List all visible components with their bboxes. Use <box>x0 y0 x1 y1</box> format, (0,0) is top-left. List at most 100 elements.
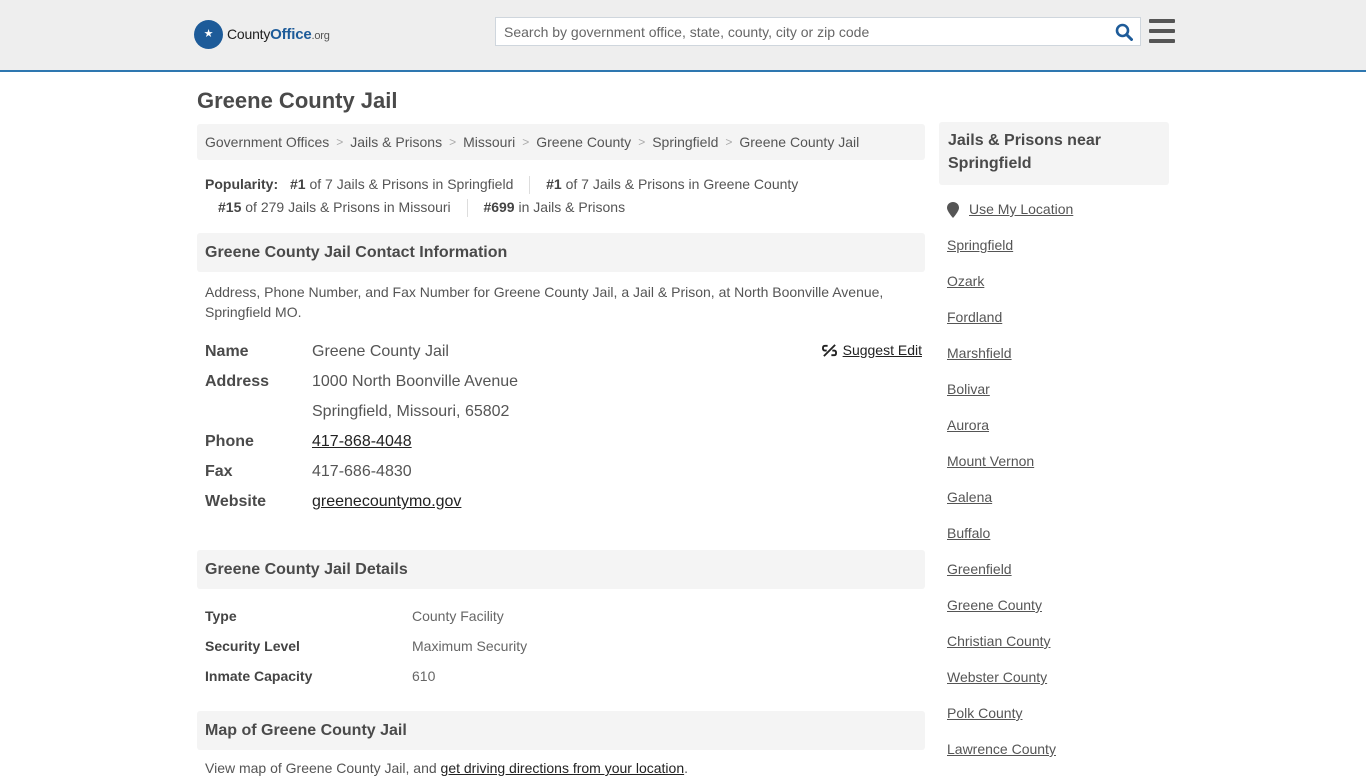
details-capacity-value: 610 <box>412 668 436 684</box>
menu-bar <box>1149 29 1175 33</box>
details-row: Security Level Maximum Security <box>205 631 917 661</box>
breadcrumb-separator: > <box>449 135 457 149</box>
details-type-label: Type <box>205 608 237 624</box>
popularity-rank-county: #1 of 7 Jails & Prisons in Greene County <box>546 176 799 192</box>
details-section-heading: Greene County Jail Details <box>197 550 925 589</box>
menu-bar <box>1149 39 1175 43</box>
suggest-edit[interactable]: Suggest Edit <box>821 342 922 358</box>
nearby-link-mount-vernon[interactable]: Mount Vernon <box>947 453 1034 469</box>
details-table: Type County Facility Security Level Maxi… <box>197 589 925 691</box>
site-header: ★ CountyOffice.org <box>0 0 1366 72</box>
nearby-link-springfield[interactable]: Springfield <box>947 237 1013 253</box>
popularity-rank-national: #699 in Jails & Prisons <box>483 199 626 215</box>
list-item: Polk County <box>947 705 1169 741</box>
list-item: Greenfield <box>947 561 1169 597</box>
address-line1: 1000 North Boonville Avenue <box>312 373 519 390</box>
phone-link[interactable]: 417-868-4048 <box>312 433 412 450</box>
details-security-value: Maximum Security <box>412 638 528 654</box>
nearby-link-ozark[interactable]: Ozark <box>947 273 984 289</box>
name-value: Greene County Jail <box>312 343 449 360</box>
contact-description: Address, Phone Number, and Fax Number fo… <box>205 284 884 320</box>
breadcrumb-missouri[interactable]: Missouri <box>463 134 515 150</box>
driving-directions-link[interactable]: get driving directions from your locatio… <box>441 760 685 776</box>
hamburger-menu-button[interactable] <box>1149 19 1175 43</box>
breadcrumb-separator: > <box>725 135 733 149</box>
site-logo[interactable]: ★ CountyOffice.org <box>194 20 330 49</box>
sidebar-heading: Jails & Prisons near Springfield <box>939 122 1169 185</box>
nearby-link-webster-county[interactable]: Webster County <box>947 669 1047 685</box>
unlink-icon <box>821 343 837 357</box>
nearby-link-aurora[interactable]: Aurora <box>947 417 989 433</box>
details-row: Type County Facility <box>205 601 917 631</box>
eagle-logo-icon: ★ <box>194 20 223 49</box>
website-label: Website <box>205 493 267 510</box>
nearby-link-greene-county[interactable]: Greene County <box>947 597 1042 613</box>
list-item: Greene County <box>947 597 1169 633</box>
contact-row-address-line2: Springfield, Missouri, 65802 <box>205 397 925 427</box>
page-title: Greene County Jail <box>197 88 398 113</box>
search-bar <box>495 17 1141 46</box>
breadcrumb-current: Greene County Jail <box>739 134 860 150</box>
address-label: Address <box>205 373 270 390</box>
nearby-link-polk-county[interactable]: Polk County <box>947 705 1022 721</box>
contact-row-address: Address 1000 North Boonville Avenue <box>205 367 925 397</box>
main-content: Government Offices > Jails & Prisons > M… <box>197 124 925 776</box>
breadcrumb-separator: > <box>638 135 646 149</box>
popularity-rankings: Popularity: #1 of 7 Jails & Prisons in S… <box>197 173 925 219</box>
list-item: Springfield <box>947 237 1169 273</box>
fax-value: 417-686-4830 <box>312 463 412 480</box>
list-item: Galena <box>947 489 1169 525</box>
breadcrumb: Government Offices > Jails & Prisons > M… <box>197 124 925 160</box>
map-section-heading: Map of Greene County Jail <box>197 711 925 750</box>
list-item: Christian County <box>947 633 1169 669</box>
details-row: Inmate Capacity 610 <box>205 661 917 691</box>
nearby-link-galena[interactable]: Galena <box>947 489 992 505</box>
breadcrumb-springfield[interactable]: Springfield <box>652 134 718 150</box>
breadcrumb-jails-prisons[interactable]: Jails & Prisons <box>350 134 442 150</box>
popularity-rank-city: #1 of 7 Jails & Prisons in Springfield <box>290 176 514 192</box>
nearby-link-christian-county[interactable]: Christian County <box>947 633 1051 649</box>
list-item: Buffalo <box>947 525 1169 561</box>
contact-row-fax: Fax 417-686-4830 <box>205 457 925 487</box>
map-pin-icon <box>947 202 959 218</box>
website-link[interactable]: greenecountymo.gov <box>312 493 461 510</box>
contact-table: Suggest Edit Name Greene County Jail Add… <box>197 337 925 517</box>
list-item: Bolivar <box>947 381 1169 417</box>
search-input[interactable] <box>496 18 1108 45</box>
nearby-link-greenfield[interactable]: Greenfield <box>947 561 1012 577</box>
list-item: Fordland <box>947 309 1169 345</box>
nearby-sidebar: Jails & Prisons near Springfield Use My … <box>939 122 1169 777</box>
contact-row-name: Name Greene County Jail <box>205 337 925 367</box>
details-type-value: County Facility <box>412 608 504 624</box>
name-label: Name <box>205 343 249 360</box>
use-my-location-link[interactable]: Use My Location <box>969 201 1073 217</box>
logo-wordmark: CountyOffice.org <box>227 26 330 43</box>
contact-section-heading: Greene County Jail Contact Information <box>197 233 925 272</box>
details-capacity-label: Inmate Capacity <box>205 668 313 684</box>
address-line2: Springfield, Missouri, 65802 <box>312 403 510 420</box>
search-icon <box>1115 23 1133 41</box>
list-item: Lawrence County <box>947 741 1169 777</box>
breadcrumb-greene-county[interactable]: Greene County <box>536 134 631 150</box>
search-button[interactable] <box>1108 18 1140 45</box>
nearby-link-buffalo[interactable]: Buffalo <box>947 525 990 541</box>
hamburger-menu-icon <box>1149 19 1175 23</box>
list-item: Ozark <box>947 273 1169 309</box>
contact-row-website: Website greenecountymo.gov <box>205 487 925 517</box>
nearby-link-lawrence-county[interactable]: Lawrence County <box>947 741 1056 757</box>
divider <box>466 199 468 218</box>
list-item: Webster County <box>947 669 1169 705</box>
contact-row-phone: Phone 417-868-4048 <box>205 427 925 457</box>
list-item: Mount Vernon <box>947 453 1169 489</box>
use-my-location[interactable]: Use My Location <box>947 201 1169 237</box>
popularity-label: Popularity: <box>205 176 279 192</box>
nearby-link-fordland[interactable]: Fordland <box>947 309 1002 325</box>
breadcrumb-government-offices[interactable]: Government Offices <box>205 134 329 150</box>
divider <box>529 176 531 195</box>
list-item: Aurora <box>947 417 1169 453</box>
fax-label: Fax <box>205 463 233 480</box>
suggest-edit-link[interactable]: Suggest Edit <box>843 342 922 358</box>
nearby-link-bolivar[interactable]: Bolivar <box>947 381 990 397</box>
nearby-link-marshfield[interactable]: Marshfield <box>947 345 1012 361</box>
list-item: Marshfield <box>947 345 1169 381</box>
